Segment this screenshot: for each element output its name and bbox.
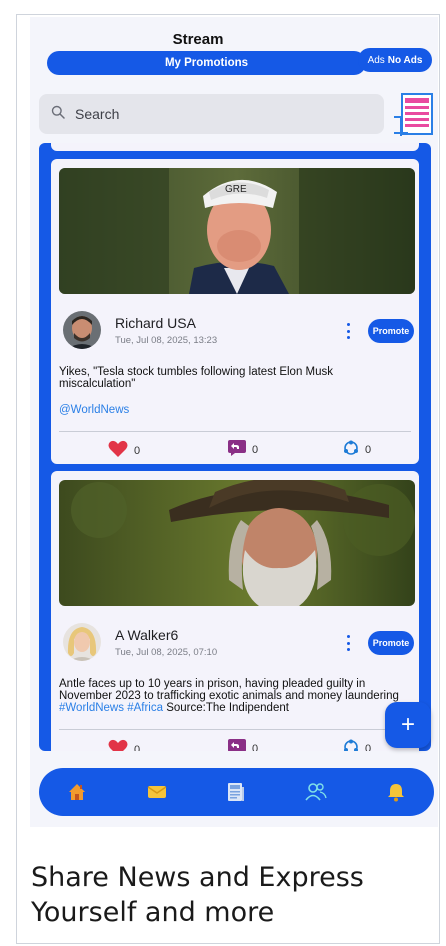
post-handle[interactable]: @WorldNews xyxy=(59,404,129,416)
share-count: 0 xyxy=(365,443,372,456)
app-screen: Stream My Promotions Ads No Ads Search G… xyxy=(30,17,438,827)
share-action[interactable]: 0 xyxy=(343,440,371,459)
post-actions: 0 0 0 xyxy=(51,440,419,460)
post-card[interactable]: A Walker6 Tue, Jul 08, 2025, 07:10 Promo… xyxy=(51,471,419,751)
news-icon[interactable] xyxy=(224,780,248,804)
like-action[interactable]: 0 xyxy=(108,440,140,461)
home-icon[interactable] xyxy=(65,780,89,804)
newspaper-list-icon[interactable] xyxy=(394,92,434,136)
heart-icon xyxy=(108,739,128,751)
bell-icon[interactable] xyxy=(384,780,408,804)
people-icon[interactable] xyxy=(304,780,328,804)
ads-toggle-button[interactable]: Ads No Ads xyxy=(358,48,432,72)
page-title: Stream xyxy=(172,31,224,48)
post-text: Yikes, "Tesla stock tumbles following la… xyxy=(59,366,334,390)
like-action[interactable]: 0 xyxy=(108,739,140,751)
divider xyxy=(59,729,411,730)
my-promotions-button[interactable]: My Promotions xyxy=(47,51,366,75)
search-placeholder: Search xyxy=(75,106,120,122)
comment-action[interactable]: 0 xyxy=(228,739,258,751)
avatar[interactable] xyxy=(63,623,101,661)
hashtag[interactable]: #Africa xyxy=(127,702,163,714)
search-bar[interactable]: Search xyxy=(39,94,384,134)
post-date: Tue, Jul 08, 2025, 13:23 xyxy=(115,335,218,346)
reply-icon xyxy=(228,739,246,751)
hashtag[interactable]: #WorldNews xyxy=(59,702,124,714)
post-source: Source:The Indipendent xyxy=(166,702,289,714)
promo-caption: Share News and Express Yourself and more xyxy=(31,862,364,928)
share-icon xyxy=(343,739,359,751)
share-icon xyxy=(343,440,359,459)
share-count: 0 xyxy=(365,742,372,752)
post-actions: 0 0 0 xyxy=(51,739,419,751)
post-author[interactable]: Richard USA xyxy=(115,315,196,331)
comment-count: 0 xyxy=(252,443,259,456)
post-text: Antle faces up to 10 years in prison, ha… xyxy=(59,678,411,714)
add-post-button[interactable]: + xyxy=(385,702,431,748)
comment-action[interactable]: 0 xyxy=(228,440,258,459)
like-count: 0 xyxy=(134,444,141,457)
hat-lettering: GRE xyxy=(225,184,247,195)
share-action[interactable]: 0 xyxy=(343,739,371,751)
promote-button[interactable]: Promote xyxy=(368,631,414,655)
more-options-icon[interactable] xyxy=(347,635,351,651)
like-count: 0 xyxy=(134,743,141,752)
heart-icon xyxy=(108,440,128,461)
promote-button[interactable]: Promote xyxy=(368,319,414,343)
search-icon xyxy=(51,105,65,124)
previous-post-edge xyxy=(51,143,419,151)
post-feed[interactable]: GRE Richard USA Tue, Jul 08, 2025, 13:23… xyxy=(39,143,431,751)
divider xyxy=(59,431,411,432)
no-ads-label: No Ads xyxy=(387,54,423,66)
post-date: Tue, Jul 08, 2025, 07:10 xyxy=(115,647,218,658)
post-image[interactable]: GRE xyxy=(59,168,415,294)
post-body: Antle faces up to 10 years in prison, ha… xyxy=(59,678,399,702)
mail-icon[interactable] xyxy=(145,780,169,804)
bottom-navigation xyxy=(39,768,434,816)
post-card[interactable]: GRE Richard USA Tue, Jul 08, 2025, 13:23… xyxy=(51,159,419,464)
post-image[interactable] xyxy=(59,480,415,606)
post-author[interactable]: A Walker6 xyxy=(115,627,178,643)
reply-icon xyxy=(228,440,246,459)
avatar[interactable] xyxy=(63,311,101,349)
comment-count: 0 xyxy=(252,742,259,752)
more-options-icon[interactable] xyxy=(347,323,351,339)
ads-label: Ads xyxy=(367,54,385,66)
